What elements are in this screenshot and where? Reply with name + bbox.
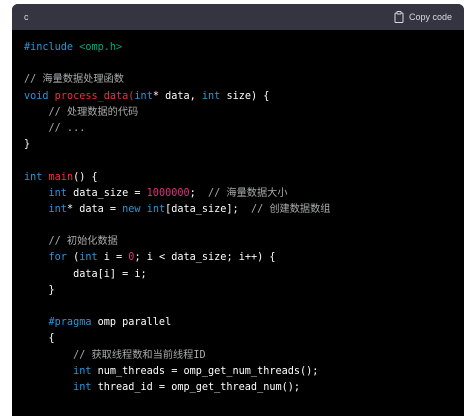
code-line: for (int i = 0; i < data_size; i++) { bbox=[24, 250, 452, 266]
code-token: <omp.h> bbox=[73, 42, 123, 53]
code-line: int data_size = 1000000; // 海量数据大小 bbox=[24, 186, 452, 202]
code-comment: // 海量数据处理函数 bbox=[24, 74, 124, 86]
code-token: () { bbox=[73, 171, 98, 183]
code-token: ; i < data_size; i++) { bbox=[134, 252, 276, 264]
code-token: num_threads = omp_get_num_threads(); bbox=[91, 365, 319, 377]
code-token: int bbox=[24, 187, 67, 199]
code-line: // 处理数据的代码 bbox=[24, 105, 452, 121]
code-token: i = bbox=[97, 252, 129, 264]
code-token: thread_id = omp_get_thread_num(); bbox=[91, 381, 301, 393]
code-line: } bbox=[24, 137, 452, 153]
code-token: 1000000 bbox=[146, 187, 190, 199]
code-line: { bbox=[24, 331, 452, 347]
code-block: c Copy code #include <omp.h> // 海量数据处理函数 v… bbox=[12, 4, 464, 416]
code-token: data_size = bbox=[66, 187, 147, 199]
code-token: * data = bbox=[66, 203, 123, 215]
code-token: ; bbox=[189, 187, 209, 199]
code-token: process_data bbox=[48, 90, 129, 102]
code-token: int bbox=[201, 90, 221, 102]
code-line: #include <omp.h> bbox=[24, 40, 452, 56]
code-line: // ... bbox=[24, 121, 452, 137]
code-token: data[i] = i; bbox=[24, 268, 147, 280]
code-line: } bbox=[24, 283, 452, 299]
code-token: int bbox=[24, 171, 43, 183]
code-token: omp parallel bbox=[91, 317, 172, 329]
code-line: // 获取线程数和当前线程ID bbox=[24, 348, 452, 364]
clipboard-icon bbox=[394, 11, 404, 23]
code-token: { bbox=[24, 333, 55, 345]
code-token: for bbox=[24, 252, 67, 264]
code-comment: // 获取线程数和当前线程ID bbox=[24, 349, 206, 361]
code-line: int* data = new int[data_size]; // 创建数据数… bbox=[24, 202, 452, 218]
code-token: int bbox=[134, 90, 153, 102]
code-token: int bbox=[24, 203, 67, 215]
language-label: c bbox=[24, 12, 29, 22]
code-token: } bbox=[24, 139, 31, 151]
code-line: void process_data(int* data, int size) { bbox=[24, 89, 452, 105]
code-line: int thread_id = omp_get_thread_num(); bbox=[24, 380, 452, 396]
code-token: main bbox=[42, 171, 74, 183]
code-token: size) { bbox=[220, 90, 270, 102]
code-content: #include <omp.h> // 海量数据处理函数 void process_… bbox=[12, 30, 464, 396]
code-token: #pragma bbox=[24, 317, 92, 329]
code-token: int bbox=[24, 365, 92, 377]
code-line: // 初始化数据 bbox=[24, 234, 452, 250]
code-token: void bbox=[24, 90, 49, 102]
code-comment: // 处理数据的代码 bbox=[24, 106, 139, 118]
code-token: [data_size]; bbox=[165, 203, 251, 215]
code-line: // 海量数据处理函数 bbox=[24, 72, 452, 88]
code-comment: // ... bbox=[24, 122, 86, 134]
code-line: int num_threads = omp_get_num_threads(); bbox=[24, 364, 452, 380]
code-token: #include bbox=[24, 42, 74, 53]
code-line: data[i] = i; bbox=[24, 267, 452, 283]
code-token: int bbox=[24, 381, 92, 393]
copy-code-button[interactable]: Copy code bbox=[394, 11, 452, 23]
code-line: #pragma omp parallel bbox=[24, 315, 452, 331]
code-token: ( bbox=[66, 252, 80, 264]
code-token: int bbox=[146, 203, 166, 215]
copy-code-label: Copy code bbox=[408, 12, 452, 22]
code-token: * data, bbox=[152, 90, 202, 102]
code-comment: // 创建数据数组 bbox=[250, 203, 331, 215]
code-comment: // 海量数据大小 bbox=[208, 187, 288, 199]
code-line: int main() { bbox=[24, 170, 452, 186]
code-token: new bbox=[122, 203, 141, 215]
code-block-header: c Copy code bbox=[12, 4, 464, 30]
code-token: } bbox=[24, 284, 55, 296]
code-comment: // 初始化数据 bbox=[24, 236, 118, 248]
code-token: int bbox=[79, 252, 98, 264]
